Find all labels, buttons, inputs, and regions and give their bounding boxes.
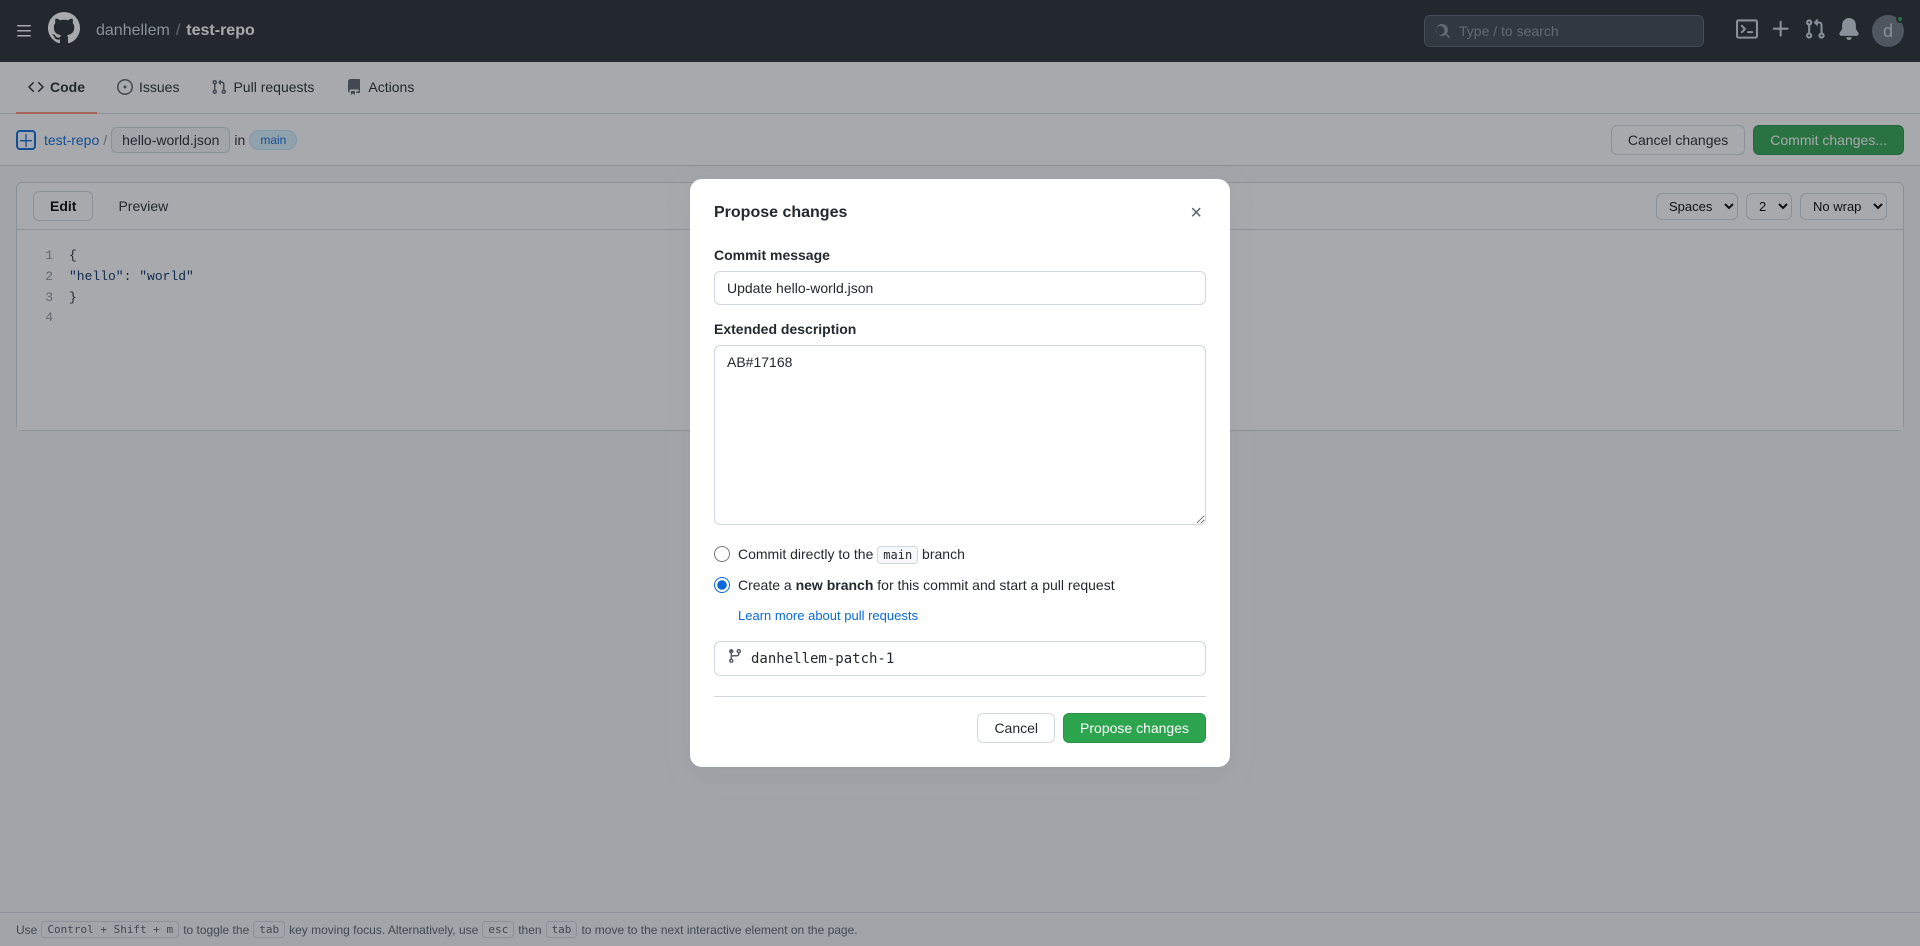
commit-message-input[interactable] [714, 271, 1206, 305]
modal-close-button[interactable]: × [1186, 199, 1206, 227]
commit-message-label: Commit message [714, 247, 1206, 263]
extended-description-label: Extended description [714, 321, 1206, 337]
commit-options: Commit directly to the main branch Creat… [714, 544, 1206, 676]
learn-more-link[interactable]: Learn more about pull requests [738, 608, 1206, 623]
option-direct-label: Commit directly to the main branch [738, 544, 965, 565]
commit-message-group: Commit message [714, 247, 1206, 305]
branch-input-icon [727, 648, 743, 669]
new-branch-bold: new branch [796, 577, 874, 593]
cancel-button[interactable]: Cancel [977, 713, 1055, 743]
modal-overlay: Propose changes × Commit message Extende… [0, 0, 1920, 946]
branch-name-input[interactable] [751, 651, 1193, 667]
modal-title: Propose changes [714, 204, 847, 222]
radio-direct[interactable] [714, 546, 730, 562]
modal-footer: Cancel Propose changes [714, 696, 1206, 743]
option-new-branch-label: Create a new branch for this commit and … [738, 575, 1115, 596]
option-direct-commit[interactable]: Commit directly to the main branch [714, 544, 1206, 565]
branch-input-wrapper [714, 641, 1206, 676]
extended-description-textarea[interactable] [714, 345, 1206, 525]
extended-description-group: Extended description [714, 321, 1206, 528]
option-new-branch[interactable]: Create a new branch for this commit and … [714, 575, 1206, 596]
propose-changes-modal: Propose changes × Commit message Extende… [690, 179, 1230, 767]
radio-new-branch[interactable] [714, 577, 730, 593]
modal-header: Propose changes × [714, 199, 1206, 227]
branch-code: main [877, 546, 918, 564]
propose-changes-button[interactable]: Propose changes [1063, 713, 1206, 743]
